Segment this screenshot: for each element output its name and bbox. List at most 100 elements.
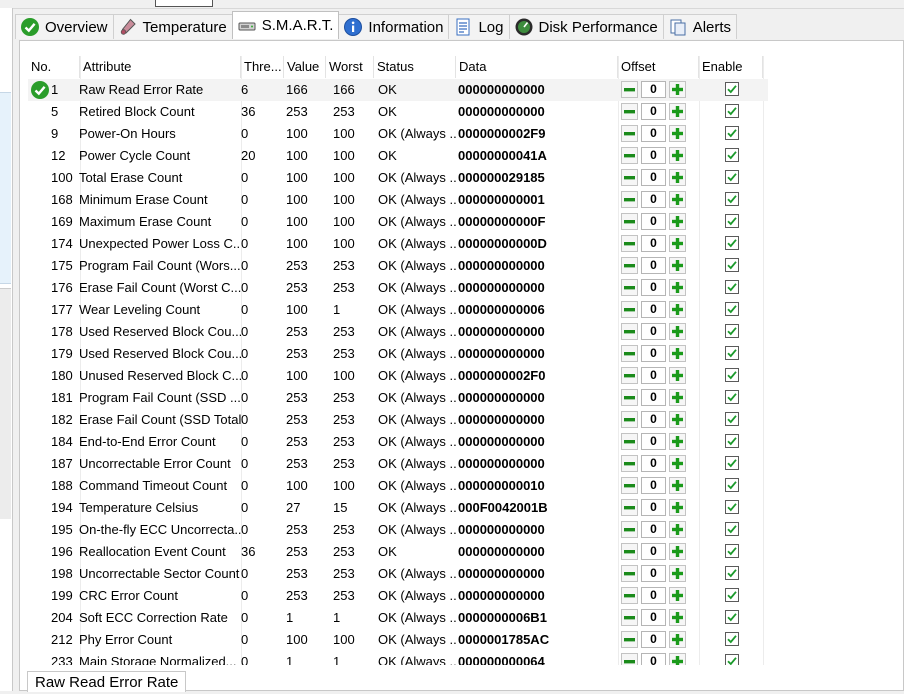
offset-decrement-button[interactable] [621,609,638,626]
table-row[interactable]: 199 CRC Error Count 0 253 253 OK (Always ... 0… [28,585,768,607]
offset-value-field[interactable]: 0 [641,499,666,516]
offset-decrement-button[interactable] [621,257,638,274]
offset-value-field[interactable]: 0 [641,587,666,604]
offset-value-field[interactable]: 0 [641,631,666,648]
table-row[interactable]: 5 Retired Block Count 36 253 253 OK 0000000000… [28,101,768,123]
offset-increment-button[interactable] [669,147,686,164]
offset-increment-button[interactable] [669,609,686,626]
table-row[interactable]: 168 Minimum Erase Count 0 100 100 OK (Always … [28,189,768,211]
table-row[interactable]: 194 Temperature Celsius 0 27 15 OK (Always ..… [28,497,768,519]
table-row[interactable]: 176 Erase Fail Count (Worst C... 0 253 253 OK… [28,277,768,299]
offset-decrement-button[interactable] [621,455,638,472]
offset-value-field[interactable]: 0 [641,103,666,120]
offset-decrement-button[interactable] [621,631,638,648]
offset-value-field[interactable]: 0 [641,191,666,208]
offset-decrement-button[interactable] [621,323,638,340]
table-row[interactable]: 184 End-to-End Error Count 0 253 253 OK (Alwa… [28,431,768,453]
table-row[interactable]: 9 Power-On Hours 0 100 100 OK (Always ... 0000… [28,123,768,145]
offset-increment-button[interactable] [669,521,686,538]
enable-checkbox[interactable] [725,302,739,316]
offset-increment-button[interactable] [669,103,686,120]
offset-value-field[interactable]: 0 [641,81,666,98]
offset-value-field[interactable]: 0 [641,257,666,274]
enable-checkbox[interactable] [725,170,739,184]
offset-value-field[interactable]: 0 [641,653,666,665]
offset-increment-button[interactable] [669,279,686,296]
enable-checkbox[interactable] [725,566,739,580]
table-row[interactable]: 177 Wear Leveling Count 0 100 1 OK (Always ..… [28,299,768,321]
offset-decrement-button[interactable] [621,169,638,186]
offset-value-field[interactable]: 0 [641,301,666,318]
offset-increment-button[interactable] [669,169,686,186]
offset-increment-button[interactable] [669,455,686,472]
offset-decrement-button[interactable] [621,565,638,582]
offset-increment-button[interactable] [669,389,686,406]
table-row[interactable]: 212 Phy Error Count 0 100 100 OK (Always ... 0… [28,629,768,651]
offset-value-field[interactable]: 0 [641,213,666,230]
tab-alerts[interactable]: Alerts [662,14,738,39]
enable-checkbox[interactable] [725,412,739,426]
offset-value-field[interactable]: 0 [641,235,666,252]
enable-checkbox[interactable] [725,82,739,96]
enable-checkbox[interactable] [725,346,739,360]
offset-value-field[interactable]: 0 [641,521,666,538]
table-row[interactable]: 179 Used Reserved Block Cou... 0 253 253 OK (… [28,343,768,365]
offset-decrement-button[interactable] [621,499,638,516]
enable-checkbox[interactable] [725,258,739,272]
enable-checkbox[interactable] [725,368,739,382]
offset-value-field[interactable]: 0 [641,147,666,164]
enable-checkbox[interactable] [725,324,739,338]
tab-log[interactable]: Log [448,14,510,39]
enable-checkbox[interactable] [725,280,739,294]
col-enable[interactable]: Enable [699,56,763,78]
offset-increment-button[interactable] [669,81,686,98]
enable-checkbox[interactable] [725,236,739,250]
offset-increment-button[interactable] [669,125,686,142]
table-row[interactable]: 175 Program Fail Count (Wors... 0 253 253 OK … [28,255,768,277]
offset-value-field[interactable]: 0 [641,609,666,626]
offset-decrement-button[interactable] [621,103,638,120]
table-row[interactable]: 174 Unexpected Power Loss C... 0 100 100 OK (… [28,233,768,255]
offset-decrement-button[interactable] [621,279,638,296]
offset-value-field[interactable]: 0 [641,323,666,340]
offset-decrement-button[interactable] [621,125,638,142]
table-row[interactable]: 180 Unused Reserved Block C... 0 100 100 OK (… [28,365,768,387]
offset-increment-button[interactable] [669,323,686,340]
enable-checkbox[interactable] [725,632,739,646]
offset-value-field[interactable]: 0 [641,565,666,582]
table-row[interactable]: 198 Uncorrectable Sector Count 0 253 253 OK (… [28,563,768,585]
offset-value-field[interactable]: 0 [641,543,666,560]
offset-decrement-button[interactable] [621,521,638,538]
offset-increment-button[interactable] [669,565,686,582]
offset-decrement-button[interactable] [621,213,638,230]
offset-decrement-button[interactable] [621,191,638,208]
enable-checkbox[interactable] [725,654,739,665]
table-row[interactable]: 12 Power Cycle Count 20 100 100 OK 00000000041… [28,145,768,167]
col-worst[interactable]: Worst [326,56,374,78]
offset-increment-button[interactable] [669,477,686,494]
offset-increment-button[interactable] [669,257,686,274]
offset-decrement-button[interactable] [621,301,638,318]
offset-decrement-button[interactable] [621,543,638,560]
offset-value-field[interactable]: 0 [641,279,666,296]
offset-decrement-button[interactable] [621,235,638,252]
table-row[interactable]: 182 Erase Fail Count (SSD Total) 0 253 253 OK… [28,409,768,431]
table-row[interactable]: 100 Total Erase Count 0 100 100 OK (Always ..… [28,167,768,189]
col-data[interactable]: Data [456,56,618,78]
table-row[interactable]: 187 Uncorrectable Error Count 0 253 253 OK (A… [28,453,768,475]
offset-value-field[interactable]: 0 [641,169,666,186]
table-row[interactable]: 195 On-the-fly ECC Uncorrecta... 0 253 253 OK… [28,519,768,541]
enable-checkbox[interactable] [725,104,739,118]
enable-checkbox[interactable] [725,500,739,514]
offset-increment-button[interactable] [669,653,686,665]
col-offset[interactable]: Offset [618,56,699,78]
enable-checkbox[interactable] [725,522,739,536]
offset-value-field[interactable]: 0 [641,411,666,428]
table-row[interactable]: 169 Maximum Erase Count 0 100 100 OK (Always … [28,211,768,233]
offset-increment-button[interactable] [669,411,686,428]
offset-decrement-button[interactable] [621,653,638,665]
table-row[interactable]: 1 Raw Read Error Rate 6 166 166 OK 00000000000… [28,79,768,101]
enable-checkbox[interactable] [725,192,739,206]
table-row[interactable]: 233 Main Storage Normalized... 0 1 1 OK (Alwa… [28,651,768,665]
offset-decrement-button[interactable] [621,367,638,384]
